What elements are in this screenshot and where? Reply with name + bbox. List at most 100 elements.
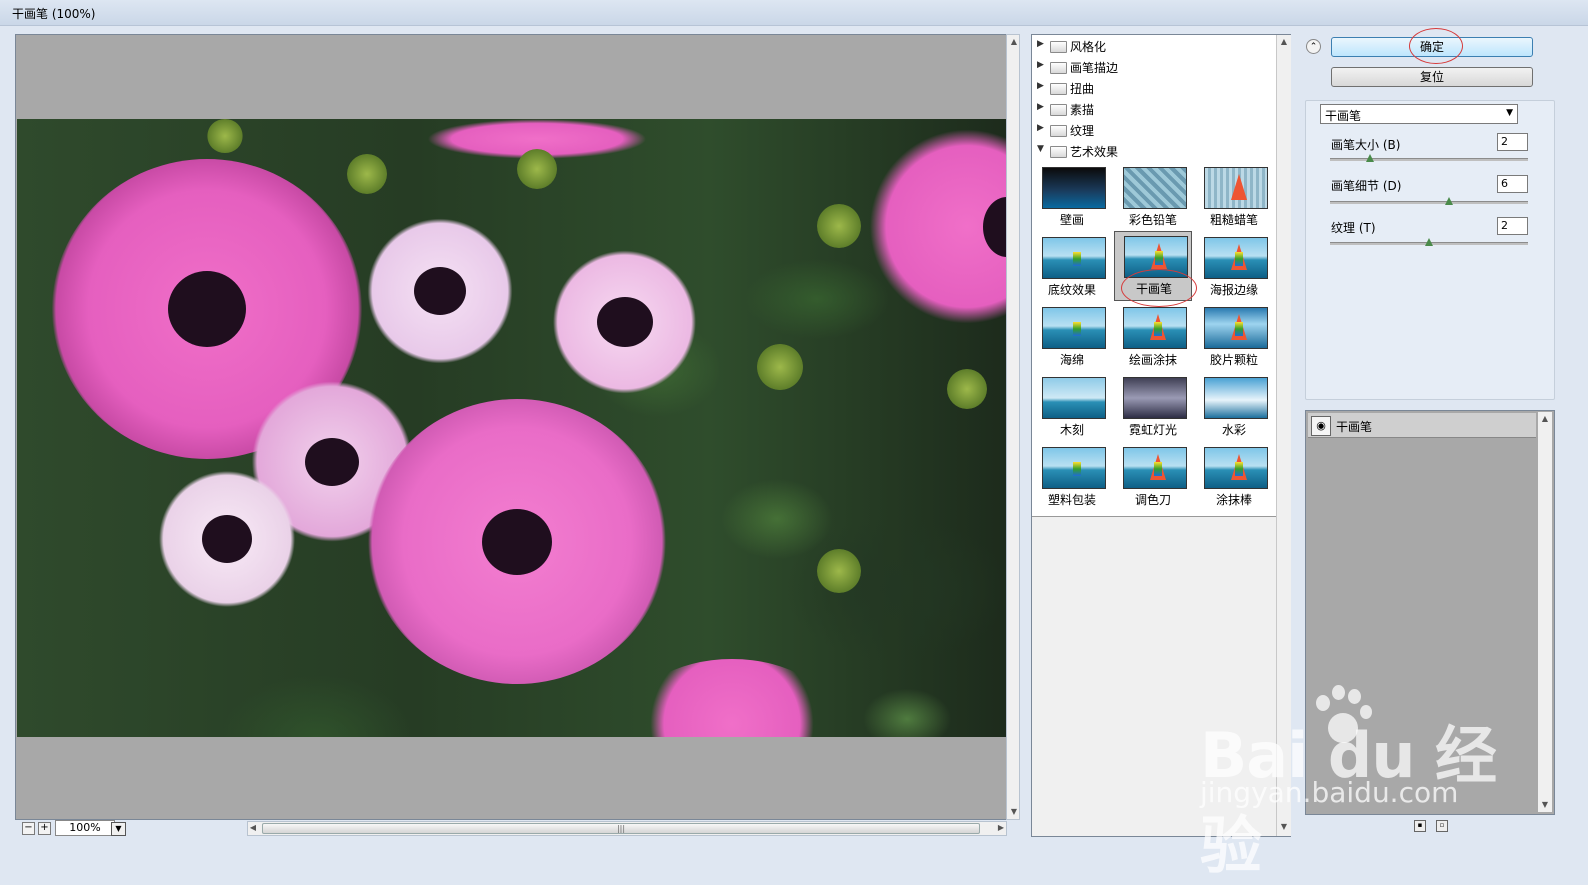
- reset-button[interactable]: 复位: [1331, 67, 1533, 87]
- effect-layer-row[interactable]: ◉ 干画笔: [1308, 413, 1536, 438]
- expand-triangle-icon[interactable]: ▶: [1037, 39, 1044, 49]
- brush-detail-input[interactable]: 6: [1497, 175, 1528, 193]
- expand-triangle-icon[interactable]: ▶: [1037, 123, 1044, 133]
- watermark-url: jingyan.baidu.com: [1200, 776, 1459, 809]
- folder-icon: [1050, 125, 1067, 137]
- bud-shape: [517, 149, 557, 189]
- filter-thumb-paint-daubs[interactable]: 绘画涂抹: [1114, 303, 1192, 373]
- thumb-label: 海绵: [1059, 353, 1084, 367]
- expand-triangle-icon[interactable]: ▶: [1037, 60, 1044, 70]
- bud-shape: [817, 549, 861, 593]
- chevron-down-icon[interactable]: ▼: [111, 822, 126, 836]
- baidu-jingyan-watermark: Bai du 经验 jingyan.baidu.com: [1200, 685, 1500, 882]
- thumb-label: 水彩: [1221, 423, 1246, 437]
- filter-thumb-palette-knife[interactable]: 调色刀: [1114, 443, 1192, 513]
- filter-preview-thumbnail: [1123, 377, 1187, 419]
- category-distort[interactable]: ▶ 扭曲: [1032, 77, 1276, 99]
- scroll-up-arrow-icon[interactable]: ▲: [1007, 35, 1021, 49]
- category-label: 风格化: [1070, 40, 1107, 54]
- filter-thumb-watercolor[interactable]: 水彩: [1195, 373, 1273, 443]
- filter-thumb-plastic-wrap[interactable]: 塑料包装: [1033, 443, 1111, 513]
- filter-thumb-underpainting[interactable]: 底纹效果: [1033, 233, 1111, 303]
- folder-open-icon: [1050, 146, 1067, 158]
- brush-size-input[interactable]: 2: [1497, 133, 1528, 151]
- filter-thumb-rough-pastels[interactable]: 粗糙蜡笔: [1195, 163, 1273, 233]
- preview-image[interactable]: [17, 119, 1006, 737]
- texture-slider[interactable]: [1330, 238, 1528, 246]
- thumb-label: 涂抹棒: [1215, 493, 1252, 507]
- category-label: 素描: [1070, 103, 1095, 117]
- title-bar: 干画笔 (100%): [0, 0, 1588, 26]
- brush-detail-label: 画笔细节 (D): [1331, 179, 1402, 193]
- sailboat-shape: [1235, 462, 1243, 476]
- filter-thumb-sponge[interactable]: 海绵: [1033, 303, 1111, 373]
- zoom-in-button[interactable]: +: [38, 822, 51, 835]
- collapse-triangle-icon[interactable]: ▼: [1037, 144, 1044, 154]
- category-stylize[interactable]: ▶ 风格化: [1032, 35, 1276, 57]
- sailboat-shape: [1073, 462, 1081, 476]
- thumb-label: 海报边缘: [1209, 283, 1258, 297]
- folder-icon: [1050, 83, 1067, 95]
- brush-detail-slider[interactable]: [1330, 197, 1528, 205]
- filter-preview-thumbnail: [1042, 377, 1106, 419]
- scroll-down-arrow-icon[interactable]: ▼: [1538, 798, 1552, 812]
- category-label: 纹理: [1070, 124, 1095, 138]
- collapse-gallery-button[interactable]: ⌃: [1306, 39, 1321, 54]
- category-texture[interactable]: ▶ 纹理: [1032, 119, 1276, 141]
- scroll-thumb[interactable]: |||: [262, 823, 980, 834]
- filter-thumb-colored-pencil[interactable]: 彩色铅笔: [1114, 163, 1192, 233]
- expand-triangle-icon[interactable]: ▶: [1037, 81, 1044, 91]
- ok-highlight-ring: [1409, 28, 1463, 64]
- filter-thumb-fresco[interactable]: 壁画: [1033, 163, 1111, 233]
- slider-thumb-icon[interactable]: [1444, 197, 1453, 205]
- bud-shape: [757, 344, 803, 390]
- folder-icon: [1050, 41, 1067, 53]
- zoom-out-button[interactable]: −: [22, 822, 35, 835]
- preview-vertical-scrollbar[interactable]: ▲ ▼: [1006, 34, 1020, 820]
- expand-triangle-icon[interactable]: ▶: [1037, 102, 1044, 112]
- filter-thumb-neon-glow[interactable]: 霓虹灯光: [1114, 373, 1192, 443]
- slider-thumb-icon[interactable]: [1365, 154, 1374, 162]
- category-label: 画笔描边: [1070, 61, 1119, 75]
- category-label: 扭曲: [1070, 82, 1095, 96]
- scroll-up-arrow-icon[interactable]: ▲: [1538, 412, 1552, 426]
- sailboat-shape: [1154, 462, 1162, 476]
- sailboat-shape: [1231, 174, 1247, 200]
- thumb-label: 绘画涂抹: [1128, 353, 1177, 367]
- filter-thumb-film-grain[interactable]: 胶片颗粒: [1195, 303, 1273, 373]
- filter-preview-thumbnail: [1123, 167, 1187, 209]
- texture-label: 纹理 (T): [1331, 221, 1376, 235]
- bud-shape: [817, 204, 861, 248]
- eye-icon[interactable]: ◉: [1311, 416, 1331, 436]
- filter-thumb-smudge-stick[interactable]: 涂抹棒: [1195, 443, 1273, 513]
- category-label: 艺术效果: [1070, 145, 1119, 159]
- filter-preview-thumbnail: [1042, 447, 1106, 489]
- preview-panel[interactable]: [15, 34, 1020, 820]
- thumb-label: 壁画: [1059, 213, 1084, 227]
- thumb-label: 木刻: [1059, 423, 1084, 437]
- flower-shape: [367, 399, 667, 684]
- slider-thumb-icon[interactable]: [1425, 238, 1433, 246]
- thumb-label: 塑料包装: [1047, 493, 1096, 507]
- scroll-down-arrow-icon[interactable]: ▼: [1007, 805, 1021, 819]
- flower-shape: [537, 247, 712, 397]
- filter-select-dropdown[interactable]: 干画笔 ▼: [1320, 104, 1518, 124]
- category-sketch[interactable]: ▶ 素描: [1032, 98, 1276, 120]
- category-brush-strokes[interactable]: ▶ 画笔描边: [1032, 56, 1276, 78]
- filter-preview-thumbnail: [1204, 237, 1268, 279]
- preview-horizontal-scrollbar[interactable]: ◀ ||| ▶: [247, 821, 1007, 836]
- texture-input[interactable]: 2: [1497, 217, 1528, 235]
- zoom-level-field[interactable]: 100%: [55, 820, 115, 836]
- filter-thumb-cutout[interactable]: 木刻: [1033, 373, 1111, 443]
- layers-scrollbar[interactable]: ▲ ▼: [1538, 412, 1552, 812]
- brush-size-slider[interactable]: [1330, 154, 1528, 162]
- scroll-left-arrow-icon[interactable]: ◀: [246, 821, 260, 834]
- bud-shape: [947, 369, 987, 409]
- window-title: 干画笔 (100%): [12, 7, 96, 21]
- scroll-right-arrow-icon[interactable]: ▶: [994, 821, 1008, 834]
- scroll-up-arrow-icon[interactable]: ▲: [1277, 35, 1291, 49]
- category-artistic[interactable]: ▼ 艺术效果: [1032, 140, 1276, 162]
- flower-shape: [355, 211, 525, 371]
- filter-thumb-poster-edges[interactable]: 海报边缘: [1195, 233, 1273, 303]
- flower-shape: [867, 119, 1006, 334]
